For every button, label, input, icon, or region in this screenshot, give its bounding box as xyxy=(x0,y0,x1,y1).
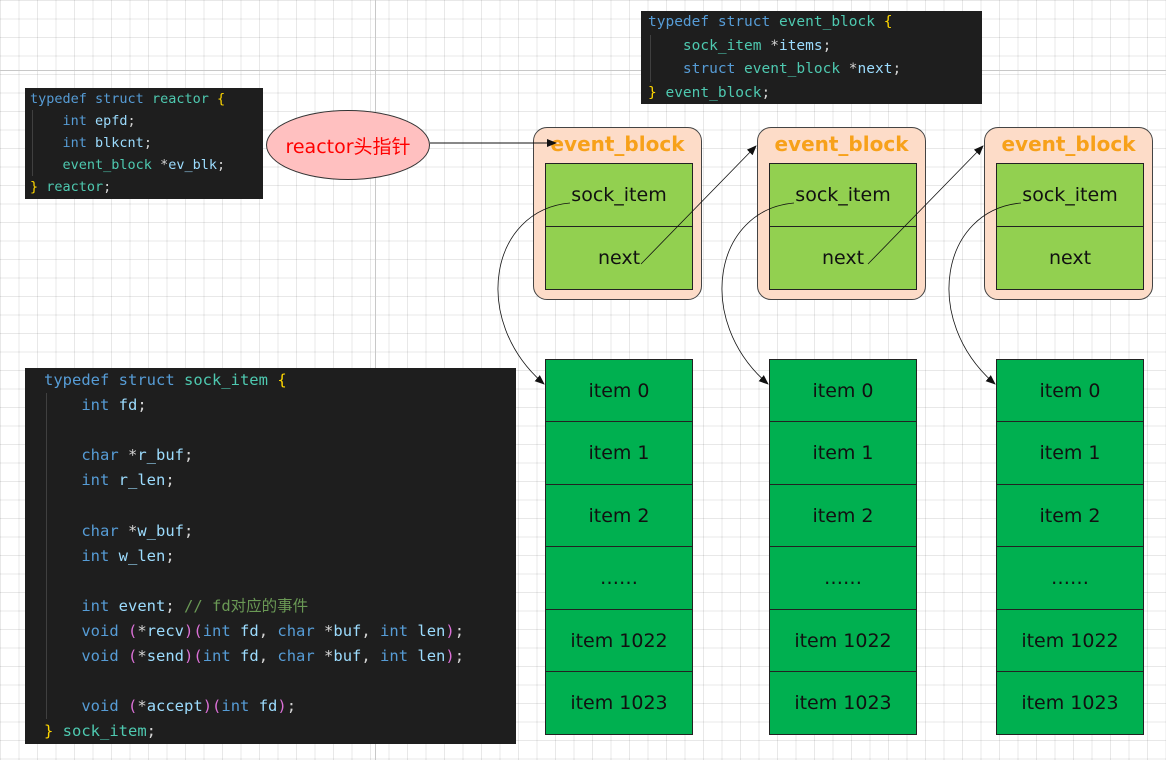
arrows-layer xyxy=(430,139,1022,385)
next-arrow-1 xyxy=(640,145,757,265)
items-arrow-3 xyxy=(948,202,1022,385)
items-arrow-1 xyxy=(497,202,571,385)
items-arrow-2 xyxy=(721,202,795,385)
next-arrow-2 xyxy=(867,145,984,265)
